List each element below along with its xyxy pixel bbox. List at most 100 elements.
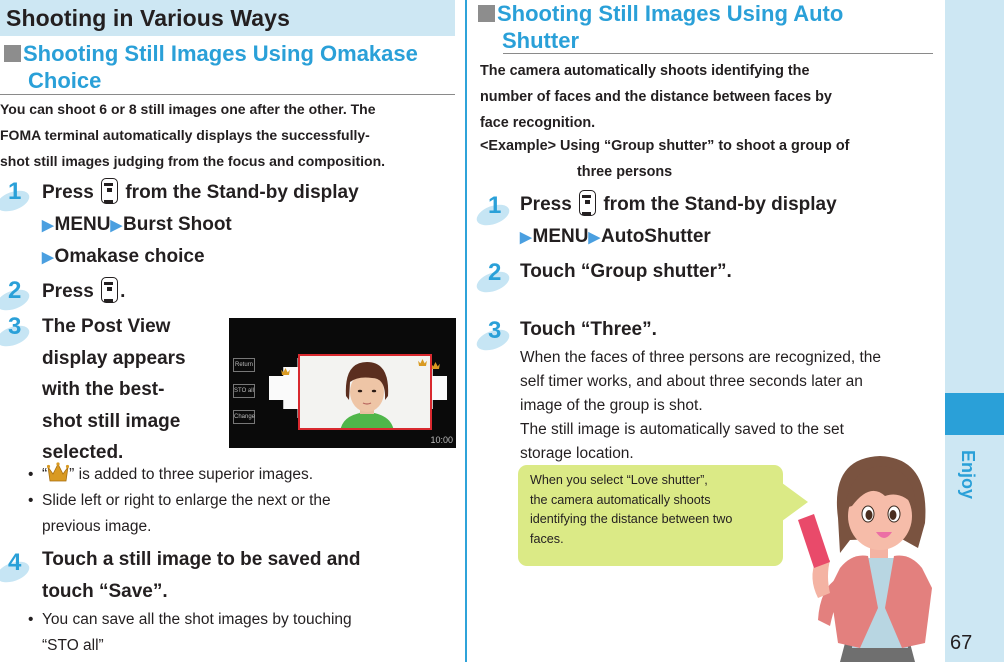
left-heading-line1: Shooting Still Images Using Omakase	[23, 41, 418, 66]
example-text: three persons	[577, 164, 673, 180]
step-text: Touch “Three”.	[520, 319, 657, 340]
menu-arrow-icon: ▶	[42, 216, 54, 234]
step-text: from the Stand-by display	[603, 194, 837, 215]
step-number: 1	[488, 192, 502, 219]
left-heading-rule	[0, 94, 455, 95]
body-line: image of the group is shot.	[520, 397, 703, 414]
left-intro: You can shoot 6 or 8 still images one af…	[0, 96, 460, 174]
menu-path-item: AutoShutter	[601, 225, 711, 247]
camera-key-icon	[101, 277, 119, 303]
phone-sto-all-button: STO all	[233, 384, 255, 398]
step-badge-3: 3	[473, 317, 522, 355]
step-number: 1	[8, 178, 22, 205]
note-text: previous image.	[42, 518, 152, 535]
left-step-3: The Post View display appears with the b…	[42, 311, 227, 469]
menu-path-item: Omakase choice	[54, 246, 205, 267]
selected-image-frame	[298, 354, 432, 430]
section-header-band: Shooting in Various Ways	[0, 0, 455, 36]
note-item: • You can save all the shot images by tou…	[28, 607, 458, 659]
left-intro-line: FOMA terminal automatically displays the…	[0, 127, 370, 143]
step-text: Press	[42, 182, 94, 203]
note-text: “STO all”	[42, 637, 104, 654]
step-text: Press	[520, 194, 572, 215]
step-text: Touch a still image to be saved and	[42, 549, 361, 570]
step-badge-2: 2	[473, 259, 522, 297]
right-heading: Shooting Still Images Using Auto Shutter	[478, 0, 938, 54]
right-heading-line2: Shutter	[502, 28, 579, 53]
step-text: Press	[42, 281, 94, 302]
right-example: <Example> Using “Group shutter” to shoot…	[480, 133, 940, 185]
step-badge-3: 3	[0, 313, 42, 351]
phone-clock: 10:00	[430, 435, 453, 445]
crown-icon	[281, 368, 290, 375]
step-number: 4	[8, 549, 22, 576]
note-text: Slide left or right to enlarge the next …	[42, 492, 331, 509]
bubble-line: When you select “Love shutter”,	[530, 473, 708, 487]
camera-key-icon	[579, 190, 597, 216]
step-badge-4: 4	[0, 549, 42, 587]
menu-arrow-icon: ▶	[520, 228, 532, 246]
column-divider	[465, 0, 467, 662]
phone-return-button: Return	[233, 358, 255, 372]
step-text: with the best-	[42, 379, 165, 400]
left-heading-line2: Choice	[28, 68, 102, 93]
step-text: touch “Save”.	[42, 580, 168, 602]
menu-arrow-icon: ▶	[42, 249, 54, 266]
left-step-4-notes: • You can save all the shot images by tou…	[28, 607, 458, 659]
left-intro-line: You can shoot 6 or 8 still images one af…	[0, 101, 376, 117]
section-title: Shooting in Various Ways	[6, 5, 290, 31]
right-intro: The camera automatically shoots identify…	[480, 58, 940, 136]
note-item: • Slide left or right to enlarge the next…	[28, 488, 458, 540]
menu-path-item: MENU	[54, 213, 111, 235]
camera-key-icon	[101, 178, 119, 204]
phone-change-button: Change	[233, 410, 255, 424]
menu-path-item: Burst Shoot	[123, 213, 232, 235]
right-step-3: Touch “Three”.	[520, 314, 657, 346]
step-text: from the Stand-by display	[125, 182, 359, 203]
woman-with-phone-illustration	[798, 456, 932, 662]
right-step-1: Press from the Stand-by display ▶MENU▶Au…	[520, 189, 940, 253]
step-number: 3	[488, 317, 502, 344]
heading-square-icon	[4, 45, 21, 62]
right-step-2: Touch “Group shutter”.	[520, 256, 732, 288]
left-heading: Shooting Still Images Using Omakase Choi…	[4, 40, 459, 94]
speech-bubble-text: When you select “Love shutter”, the came…	[530, 471, 780, 549]
left-intro-line: shot still images judging from the focus…	[0, 153, 386, 169]
example-text: Using “Group shutter” to shoot a group o…	[560, 138, 850, 154]
left-step-4: Touch a still image to be saved and touc…	[42, 544, 462, 607]
body-line: The still image is automatically saved t…	[520, 421, 844, 438]
step-text: display appears	[42, 347, 186, 369]
example-label: <Example>	[480, 138, 557, 154]
menu-path-item: MENU	[532, 225, 589, 247]
crown-icon	[47, 462, 70, 482]
right-intro-line: number of faces and the distance between…	[480, 89, 832, 105]
bubble-line: the camera automatically shoots	[530, 492, 711, 507]
right-heading-line1: Shooting Still Images Using Auto	[497, 1, 844, 26]
body-line: self timer works, and about three second…	[520, 373, 863, 390]
crown-icon	[418, 359, 427, 366]
bubble-line: identifying the distance between two	[530, 512, 733, 526]
step-text: shot still image	[42, 410, 181, 432]
step-badge-1: 1	[0, 178, 42, 216]
side-index-panel	[945, 0, 1004, 662]
note-text: ” is added to three superior images.	[69, 466, 313, 483]
note-text: You can save all the shot images by touc…	[42, 611, 352, 628]
step-badge-2: 2	[0, 277, 42, 315]
menu-arrow-icon: ▶	[588, 228, 601, 246]
step-number: 2	[488, 259, 502, 286]
step-badge-1: 1	[473, 192, 522, 230]
body-line: When the faces of three persons are reco…	[520, 349, 882, 366]
menu-arrow-icon: ▶	[110, 216, 123, 234]
note-item: • “” is added to three superior images.	[28, 462, 458, 488]
side-index-label: Enjoy	[958, 450, 978, 500]
left-step-3-notes: • “” is added to three superior images. •…	[28, 462, 458, 540]
left-step-1: Press from the Stand-by display ▶MENU▶Bu…	[42, 177, 462, 274]
step-number: 2	[8, 277, 22, 304]
crown-icon	[431, 362, 440, 369]
portrait-photo	[300, 356, 430, 428]
side-index-tab	[945, 393, 1004, 435]
step-text: .	[120, 281, 126, 302]
step-number: 3	[8, 313, 22, 340]
step-text: Touch “Group shutter”.	[520, 261, 732, 282]
left-step-2: Press .	[42, 276, 125, 308]
